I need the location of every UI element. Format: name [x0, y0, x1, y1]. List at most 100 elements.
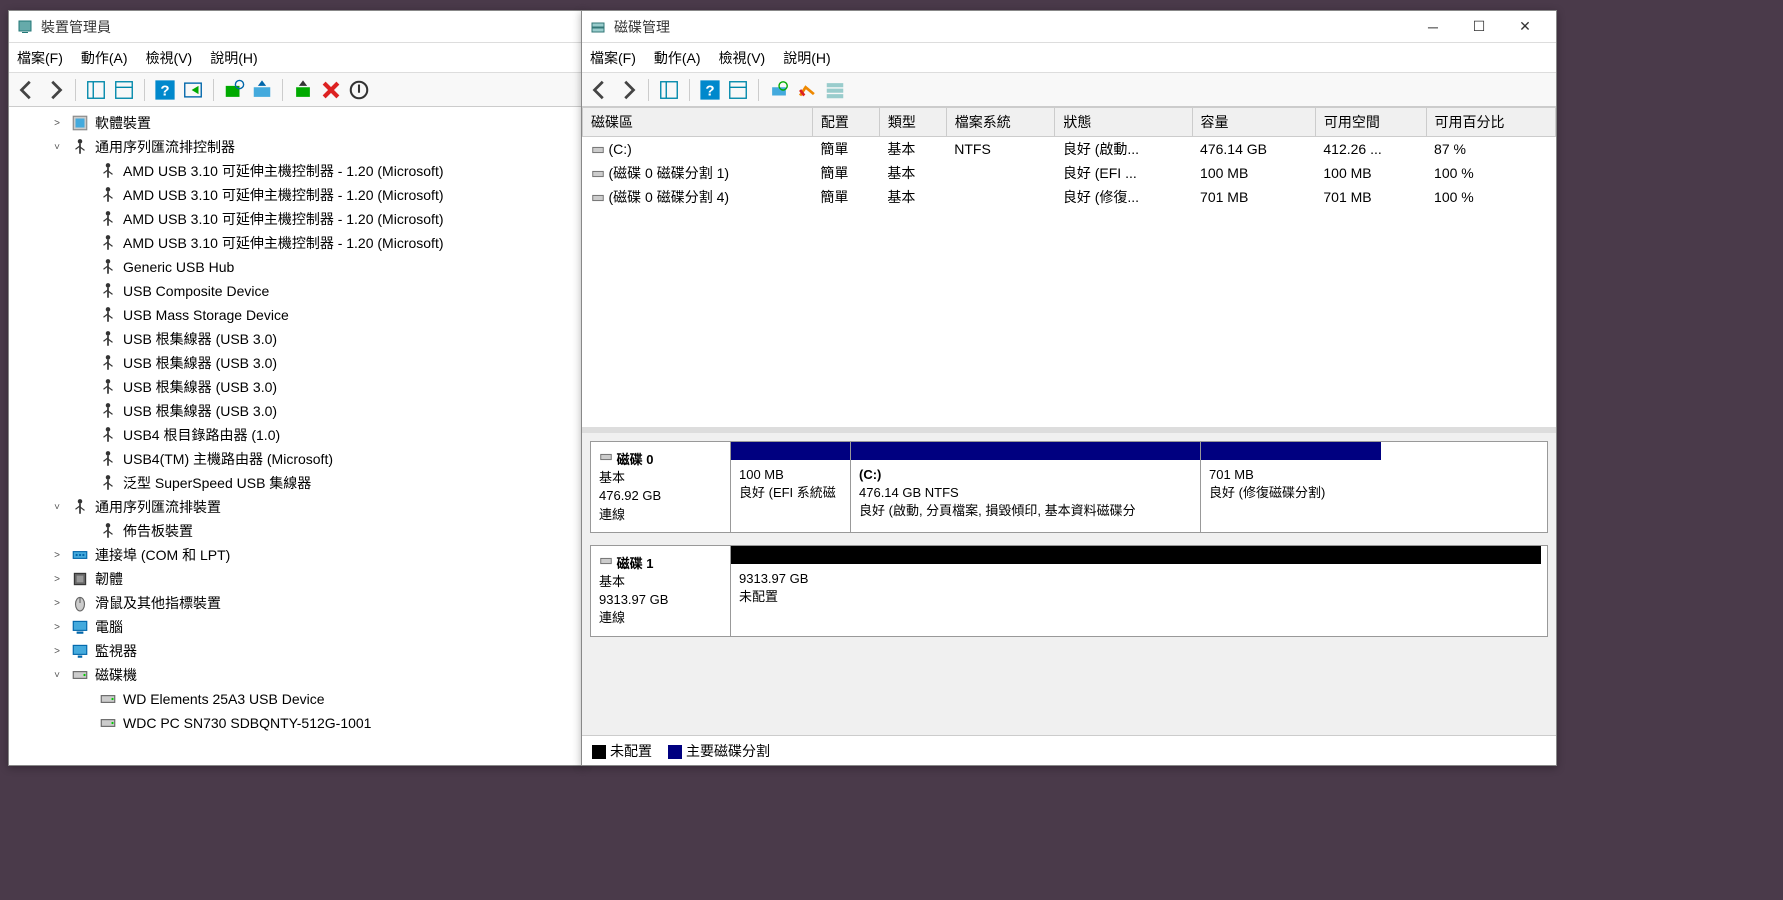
usb-icon — [71, 138, 89, 156]
dm-list-icon[interactable] — [823, 78, 847, 102]
expander-icon[interactable]: ˃ — [49, 118, 65, 129]
dm-view-icon[interactable] — [657, 78, 681, 102]
dm-back-button[interactable] — [588, 78, 612, 102]
minimize-button[interactable]: ─ — [1410, 11, 1456, 43]
partition[interactable]: (C:)476.14 GB NTFS良好 (啟動, 分頁檔案, 損毀傾印, 基本… — [851, 442, 1201, 532]
partition[interactable]: 701 MB良好 (修復磁碟分割) — [1201, 442, 1381, 532]
menu-action[interactable]: 動作(A) — [81, 48, 128, 68]
tree-item[interactable]: WDC PC SN730 SDBQNTY-512G-1001 — [9, 711, 583, 735]
tree-item[interactable]: 泛型 SuperSpeed USB 集線器 — [9, 471, 583, 495]
tree-item[interactable]: USB4(TM) 主機路由器 (Microsoft) — [9, 447, 583, 471]
tree-item[interactable]: AMD USB 3.10 可延伸主機控制器 - 1.20 (Microsoft) — [9, 183, 583, 207]
tree-item[interactable]: ˅通用序列匯流排控制器 — [9, 135, 583, 159]
expander-icon[interactable]: ˅ — [49, 502, 65, 513]
maximize-button[interactable]: ☐ — [1456, 11, 1502, 43]
tree-item[interactable]: Generic USB Hub — [9, 255, 583, 279]
column-header[interactable]: 可用百分比 — [1426, 108, 1555, 137]
disk-header[interactable]: 磁碟 0基本476.92 GB連線 — [591, 442, 731, 532]
dm-menu-action[interactable]: 動作(A) — [654, 48, 701, 68]
tree-item[interactable]: AMD USB 3.10 可延伸主機控制器 - 1.20 (Microsoft) — [9, 159, 583, 183]
close-button[interactable]: ✕ — [1502, 11, 1548, 43]
partition[interactable]: 100 MB良好 (EFI 系統磁 — [731, 442, 851, 532]
show-hide-tree-icon[interactable] — [84, 78, 108, 102]
partition-body: 9313.97 GB未配置 — [731, 564, 1541, 636]
expander-icon[interactable]: ˅ — [49, 142, 65, 153]
expander-icon[interactable]: ˃ — [49, 598, 65, 609]
disk-row: 磁碟 1基本9313.97 GB連線9313.97 GB未配置 — [590, 545, 1548, 637]
dm-menu-file[interactable]: 檔案(F) — [590, 48, 636, 68]
volume-cell: 701 MB — [1192, 185, 1315, 209]
volume-row[interactable]: (磁碟 0 磁碟分割 4)簡單基本良好 (修復...701 MB701 MB10… — [583, 185, 1556, 209]
expander-icon[interactable]: ˃ — [49, 550, 65, 561]
dm-forward-button[interactable] — [616, 78, 640, 102]
menu-help[interactable]: 說明(H) — [210, 48, 257, 68]
disk-row: 磁碟 0基本476.92 GB連線100 MB良好 (EFI 系統磁(C:)47… — [590, 441, 1548, 533]
volume-cell: 100 % — [1426, 161, 1555, 185]
devmgr-tree-content[interactable]: ˃軟體裝置˅通用序列匯流排控制器AMD USB 3.10 可延伸主機控制器 - … — [9, 107, 583, 765]
expander-icon[interactable]: ˃ — [49, 622, 65, 633]
diskmgr-toolbar: ? — [582, 73, 1556, 107]
back-button[interactable] — [15, 78, 39, 102]
tree-item[interactable]: WD Elements 25A3 USB Device — [9, 687, 583, 711]
diskmgr-titlebar: 磁碟管理 ─ ☐ ✕ — [582, 11, 1556, 43]
disable-device-icon[interactable] — [347, 78, 371, 102]
tree-item[interactable]: USB4 根目錄路由器 (1.0) — [9, 423, 583, 447]
partition-stripe — [731, 546, 1541, 564]
action-icon[interactable] — [181, 78, 205, 102]
tree-item-label: USB 根集線器 (USB 3.0) — [123, 401, 277, 421]
column-header[interactable]: 配置 — [812, 108, 879, 137]
tree-item[interactable]: AMD USB 3.10 可延伸主機控制器 - 1.20 (Microsoft) — [9, 207, 583, 231]
partition[interactable]: 9313.97 GB未配置 — [731, 546, 1541, 636]
volume-row[interactable]: (C:)簡單基本NTFS良好 (啟動...476.14 GB412.26 ...… — [583, 137, 1556, 162]
tree-item[interactable]: USB Composite Device — [9, 279, 583, 303]
volume-row[interactable]: (磁碟 0 磁碟分割 1)簡單基本良好 (EFI ...100 MB100 MB… — [583, 161, 1556, 185]
tree-item[interactable]: ˃監視器 — [9, 639, 583, 663]
expander-icon[interactable]: ˃ — [49, 574, 65, 585]
update-driver-icon[interactable] — [250, 78, 274, 102]
column-header[interactable]: 容量 — [1192, 108, 1315, 137]
devmgr-title: 裝置管理員 — [41, 17, 575, 37]
tree-item[interactable]: ˅通用序列匯流排裝置 — [9, 495, 583, 519]
scan-icon[interactable] — [222, 78, 246, 102]
tree-item-label: 泛型 SuperSpeed USB 集線器 — [123, 473, 311, 493]
dm-menu-help[interactable]: 說明(H) — [783, 48, 830, 68]
tree-item[interactable]: USB 根集線器 (USB 3.0) — [9, 351, 583, 375]
column-header[interactable]: 可用空間 — [1315, 108, 1426, 137]
menu-file[interactable]: 檔案(F) — [17, 48, 63, 68]
tree-item[interactable]: USB Mass Storage Device — [9, 303, 583, 327]
devmgr-app-icon — [17, 19, 33, 35]
tree-item[interactable]: USB 根集線器 (USB 3.0) — [9, 375, 583, 399]
tree-item[interactable]: 佈告板裝置 — [9, 519, 583, 543]
expander-icon[interactable]: ˃ — [49, 646, 65, 657]
column-header[interactable]: 磁碟區 — [583, 108, 813, 137]
software-icon — [71, 114, 89, 132]
expander-icon[interactable]: ˅ — [49, 670, 65, 681]
menu-view[interactable]: 檢視(V) — [146, 48, 193, 68]
tree-item[interactable]: ˃軟體裝置 — [9, 111, 583, 135]
volume-list[interactable]: 磁碟區配置類型檔案系統狀態容量可用空間可用百分比 (C:)簡單基本NTFS良好 … — [582, 107, 1556, 427]
column-header[interactable]: 類型 — [879, 108, 946, 137]
enable-device-icon[interactable] — [291, 78, 315, 102]
tree-item[interactable]: ˃滑鼠及其他指標裝置 — [9, 591, 583, 615]
tree-item[interactable]: USB 根集線器 (USB 3.0) — [9, 399, 583, 423]
column-header[interactable]: 狀態 — [1055, 108, 1192, 137]
tree-item[interactable]: ˃電腦 — [9, 615, 583, 639]
column-header[interactable]: 檔案系統 — [946, 108, 1055, 137]
dm-refresh-icon[interactable] — [767, 78, 791, 102]
properties-icon[interactable] — [112, 78, 136, 102]
disk-graphic-view[interactable]: 磁碟 0基本476.92 GB連線100 MB良好 (EFI 系統磁(C:)47… — [582, 433, 1556, 735]
tree-item[interactable]: ˃韌體 — [9, 567, 583, 591]
dm-rescan-icon[interactable] — [795, 78, 819, 102]
tree-item[interactable]: USB 根集線器 (USB 3.0) — [9, 327, 583, 351]
dm-menu-view[interactable]: 檢視(V) — [719, 48, 766, 68]
help-icon[interactable]: ? — [153, 78, 177, 102]
disk-header[interactable]: 磁碟 1基本9313.97 GB連線 — [591, 546, 731, 636]
dm-help-icon[interactable]: ? — [698, 78, 722, 102]
tree-item[interactable]: ˃連接埠 (COM 和 LPT) — [9, 543, 583, 567]
dm-settings-icon[interactable] — [726, 78, 750, 102]
tree-item[interactable]: AMD USB 3.10 可延伸主機控制器 - 1.20 (Microsoft) — [9, 231, 583, 255]
forward-button[interactable] — [43, 78, 67, 102]
disk-icon — [71, 666, 89, 684]
tree-item[interactable]: ˅磁碟機 — [9, 663, 583, 687]
uninstall-icon[interactable] — [319, 78, 343, 102]
